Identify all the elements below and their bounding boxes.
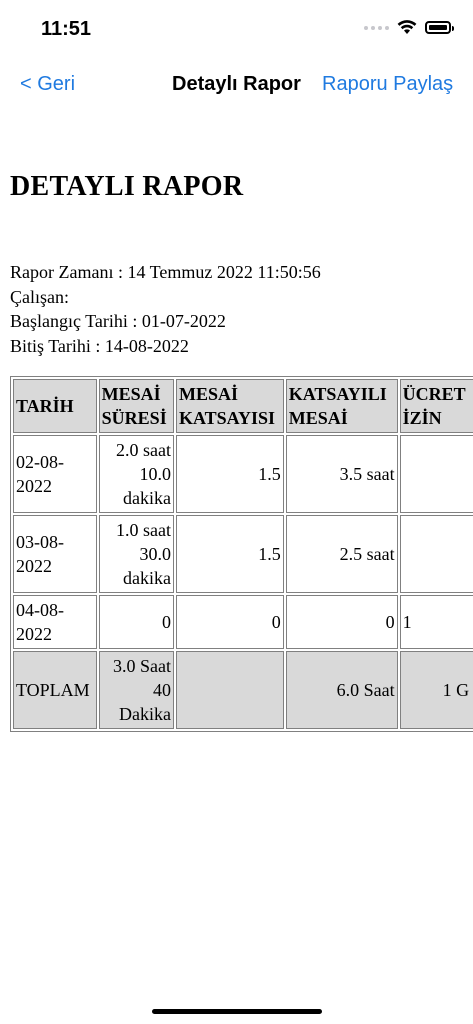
cell-total-leave: 1 G — [399, 651, 473, 729]
header-weighted: KATSAYILI MESAİ — [285, 379, 398, 433]
table-header-row: TARİH MESAİ SÜRESİ MESAİ KATSAYISI KATSAYI… — [13, 379, 473, 433]
table-row: 02-08- 2022 2.0 saat 10.0 dakika 1.5 3.5 sa… — [13, 435, 473, 513]
cell-date: 04-08- 2022 — [13, 595, 97, 649]
table-total-row: TOPLAM 3.0 Saat 40 Dakika 6.0 Saat 1 G — [13, 651, 473, 729]
wifi-icon — [397, 20, 417, 34]
status-time: 11:51 — [41, 18, 92, 40]
cell-total-label: TOPLAM — [13, 651, 97, 729]
cell-leave: 1 — [399, 595, 473, 649]
cell-total-weighted: 6.0 Saat — [285, 651, 398, 729]
cell-coefficient: 1.5 — [175, 435, 284, 513]
back-button[interactable]: < Geri — [20, 73, 75, 96]
header-date: TARİH — [13, 379, 97, 433]
cell-coefficient: 1.5 — [175, 515, 284, 593]
report-document: DETAYLI RAPOR Rapor Zamanı : 14 Temmuz 2… — [10, 165, 473, 358]
home-indicator[interactable] — [152, 1009, 322, 1014]
cell-total-coefficient — [175, 651, 284, 729]
status-icons — [364, 20, 454, 35]
header-paid-leave: ÜCRET İZİN — [399, 379, 473, 433]
cell-duration: 2.0 saat 10.0 dakika — [98, 435, 174, 513]
cell-duration: 1.0 saat 30.0 dakika — [98, 515, 174, 593]
cellular-signal-icon — [364, 25, 389, 30]
cell-date: 03-08- 2022 — [13, 515, 97, 593]
report-heading: DETAYLI RAPOR — [10, 171, 244, 202]
cell-total-duration: 3.0 Saat 40 Dakika — [98, 651, 174, 729]
start-date: Başlangıç Tarihi : 01-07-2022 — [10, 311, 226, 331]
table-row: 03-08- 2022 1.0 saat 30.0 dakika 1.5 2.5 sa… — [13, 515, 473, 593]
page-title: Detaylı Rapor — [172, 73, 301, 95]
battery-icon — [425, 21, 454, 34]
report-time: Rapor Zamanı : 14 Temmuz 2022 11:50:56 — [10, 262, 321, 282]
end-date: Bitiş Tarihi : 14-08-2022 — [10, 335, 189, 356]
report-table-container[interactable]: TARİH MESAİ SÜRESİ MESAİ KATSAYISI KATSAYI… — [10, 376, 473, 732]
cell-duration: 0 — [98, 595, 174, 649]
report-table: TARİH MESAİ SÜRESİ MESAİ KATSAYISI KATSAYI… — [10, 376, 473, 732]
table-row: 04-08- 2022 0 0 0 1 — [13, 595, 473, 649]
share-report-button[interactable]: Raporu Paylaş — [322, 73, 453, 96]
header-coefficient: MESAİ KATSAYISI — [175, 379, 284, 433]
cell-leave — [399, 515, 473, 593]
status-bar: 11:51 — [0, 0, 473, 60]
cell-leave — [399, 435, 473, 513]
cell-coefficient: 0 — [175, 595, 284, 649]
header-duration: MESAİ SÜRESİ — [98, 379, 174, 433]
cell-date: 02-08- 2022 — [13, 435, 97, 513]
cell-weighted: 2.5 saat — [285, 515, 398, 593]
employee-label: Çalışan: — [10, 286, 69, 307]
navigation-bar: < Geri Detaylı Rapor Raporu Paylaş — [0, 60, 473, 110]
cell-weighted: 3.5 saat — [285, 435, 398, 513]
cell-weighted: 0 — [285, 595, 398, 649]
